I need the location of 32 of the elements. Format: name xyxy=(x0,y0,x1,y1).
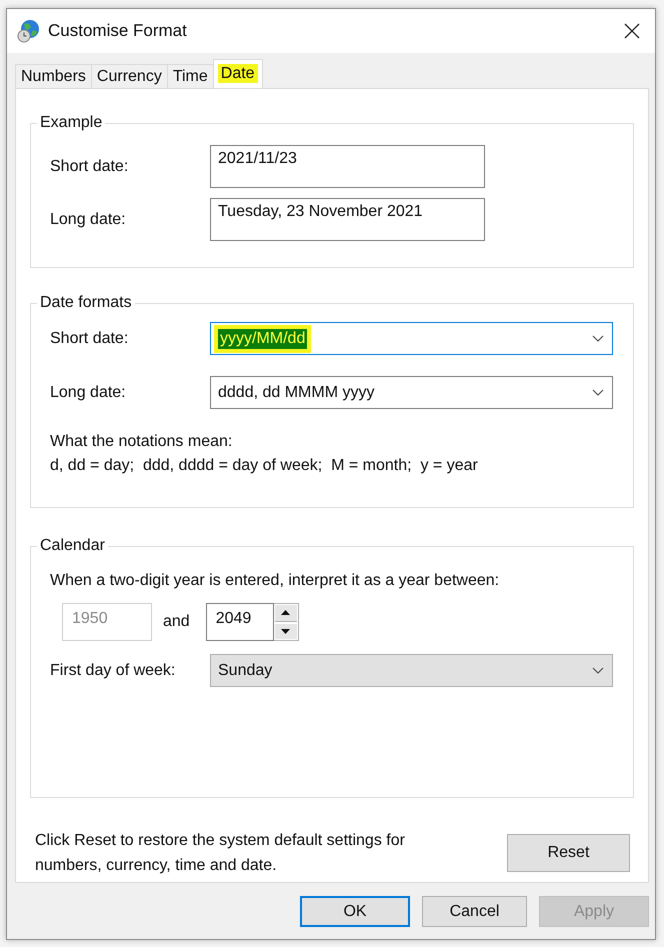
group-title: Example xyxy=(37,114,106,132)
tab[interactable]: Date xyxy=(212,59,263,88)
dialog-button[interactable]: Cancel xyxy=(422,896,527,927)
triangle-down-icon xyxy=(281,628,290,634)
weekday-dropdown[interactable]: Sunday xyxy=(210,654,613,687)
reset-button[interactable]: Reset xyxy=(507,834,630,872)
format-combobox[interactable]: yyyy/MM/dd xyxy=(210,322,613,355)
field-label: Long date: xyxy=(50,210,127,228)
triangle-up-icon xyxy=(281,610,290,616)
format-combobox[interactable]: dddd, dd MMMM yyyy xyxy=(210,376,613,409)
field-label: Short date: xyxy=(50,158,130,176)
chevron-down-icon xyxy=(592,335,604,342)
globe-clock-icon xyxy=(17,19,39,43)
spin-down-button[interactable] xyxy=(274,624,297,639)
close-icon xyxy=(624,23,640,39)
spin-up-button[interactable] xyxy=(274,605,297,622)
chevron-down-icon xyxy=(592,667,604,674)
notation-text: What the notations mean: xyxy=(50,432,234,452)
example-field: 2021/11/23 xyxy=(210,145,485,188)
notation-text: d, dd = day; ddd, dddd = day of week; M = month; y = year xyxy=(50,456,479,476)
and-label: and xyxy=(163,613,190,631)
window-title: Customise Format xyxy=(48,21,188,41)
field-label: Long date: xyxy=(50,384,127,402)
example-field: Tuesday, 23 November 2021 xyxy=(210,198,485,241)
field-label: Short date: xyxy=(50,330,130,348)
reset-note: Click Reset to restore the system default settings for numbers, currency, time and date. xyxy=(35,831,406,876)
year-field[interactable]: 2049 xyxy=(206,603,274,641)
tab[interactable]: Numbers xyxy=(15,64,92,88)
chevron-down-icon xyxy=(592,389,604,396)
field-label: First day of week: xyxy=(50,662,176,680)
instruction-text: When a two-digit year is entered, interpret it as a year between: xyxy=(50,571,500,591)
dialog-button[interactable]: OK xyxy=(300,896,410,927)
